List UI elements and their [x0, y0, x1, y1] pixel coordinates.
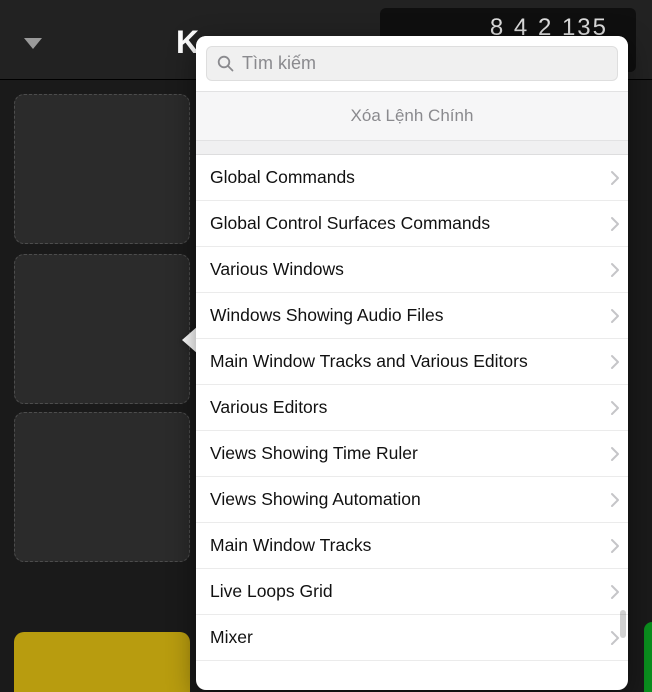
command-category-row[interactable]: Live Loops Grid [196, 569, 628, 615]
row-label: Various Editors [210, 397, 327, 418]
row-label: Windows Showing Audio Files [210, 305, 443, 326]
command-category-row[interactable]: Global Control Surfaces Commands [196, 201, 628, 247]
command-category-row[interactable]: Main Window Tracks and Various Editors [196, 339, 628, 385]
chevron-right-icon [610, 354, 620, 370]
command-category-row[interactable]: Main Window Tracks [196, 523, 628, 569]
footer-tile-green[interactable] [644, 622, 652, 692]
row-label: Main Window Tracks [210, 535, 371, 556]
command-category-row[interactable]: Various Editors [196, 385, 628, 431]
chevron-right-icon [610, 262, 620, 278]
command-category-row[interactable]: Windows Showing Audio Files [196, 293, 628, 339]
chevron-right-icon [610, 216, 620, 232]
search-container [196, 36, 628, 91]
chevron-right-icon [610, 538, 620, 554]
footer-tile-yellow[interactable] [14, 632, 190, 692]
command-category-row[interactable]: Various Windows [196, 247, 628, 293]
commands-popover: Xóa Lệnh Chính Global Commands Global Co… [196, 36, 628, 690]
command-category-row[interactable]: Views Showing Time Ruler [196, 431, 628, 477]
empty-cell[interactable] [14, 254, 190, 404]
section-gap [196, 141, 628, 155]
search-input[interactable] [242, 53, 607, 74]
chevron-right-icon [610, 308, 620, 324]
chevron-right-icon [610, 630, 620, 646]
row-label: Global Commands [210, 167, 355, 188]
empty-cell[interactable] [14, 94, 190, 244]
row-label: Global Control Surfaces Commands [210, 213, 490, 234]
row-label: Views Showing Automation [210, 489, 421, 510]
search-icon [217, 55, 234, 72]
search-field[interactable] [206, 46, 618, 81]
row-label: Live Loops Grid [210, 581, 333, 602]
empty-cell[interactable] [14, 412, 190, 562]
command-category-row[interactable]: Mixer [196, 615, 628, 661]
commands-list: Global Commands Global Control Surfaces … [196, 155, 628, 661]
clear-command-heading[interactable]: Xóa Lệnh Chính [196, 91, 628, 141]
chevron-right-icon [610, 446, 620, 462]
chevron-right-icon [610, 492, 620, 508]
row-label: Views Showing Time Ruler [210, 443, 418, 464]
row-label: Various Windows [210, 259, 344, 280]
chevron-right-icon [610, 584, 620, 600]
scrollbar-thumb[interactable] [620, 610, 626, 638]
command-category-row[interactable]: Global Commands [196, 155, 628, 201]
command-category-row[interactable]: Views Showing Automation [196, 477, 628, 523]
disclosure-triangle-icon[interactable] [24, 38, 42, 50]
chevron-right-icon [610, 170, 620, 186]
chevron-right-icon [610, 400, 620, 416]
row-label: Mixer [210, 627, 253, 648]
row-label: Main Window Tracks and Various Editors [210, 351, 528, 372]
